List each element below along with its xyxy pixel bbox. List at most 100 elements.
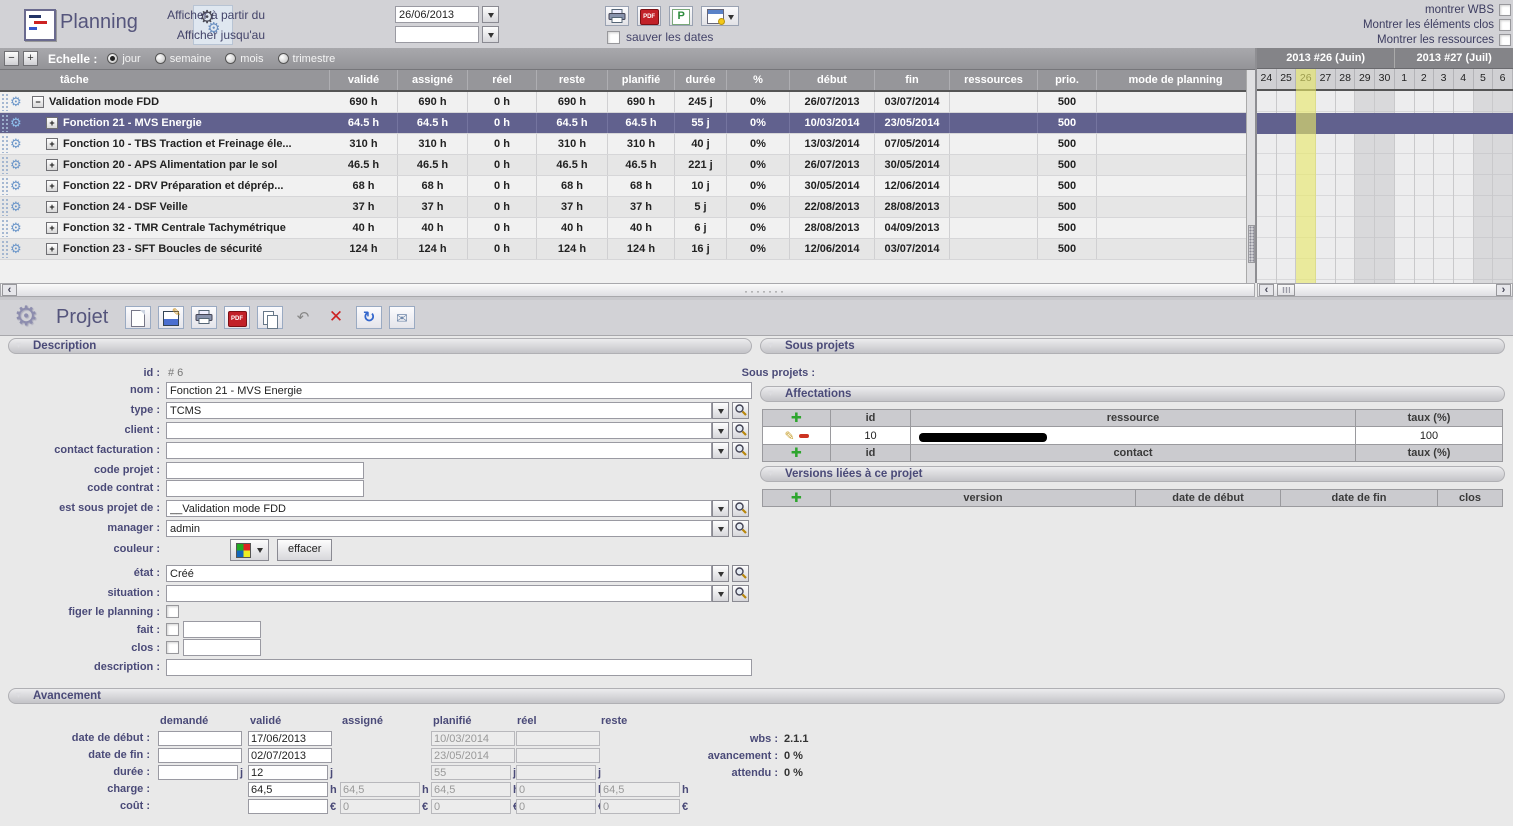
- sous-projets-panel-header[interactable]: Sous projets: [760, 338, 1505, 354]
- drag-handle[interactable]: [1, 93, 10, 111]
- elements-clos-checkbox[interactable]: [1499, 19, 1511, 31]
- date-debut-valide-input[interactable]: [248, 731, 332, 746]
- expander-toggle[interactable]: +: [46, 159, 58, 171]
- expander-toggle[interactable]: +: [46, 138, 58, 150]
- task-row[interactable]: ⚙ + Fonction 22 - DRV Préparation et dépré…: [0, 176, 1255, 197]
- task-name[interactable]: Validation mode FDD: [49, 96, 159, 108]
- description-panel-header[interactable]: Description: [8, 338, 752, 354]
- task-row[interactable]: ⚙−Validation mode FDD690 h690 h0 h690 h6…: [0, 92, 1255, 113]
- etat-search-button[interactable]: [732, 565, 749, 582]
- task-name[interactable]: Fonction 20 - APS Alimentation par le so…: [63, 159, 277, 171]
- manager-input[interactable]: [166, 520, 712, 537]
- print-button[interactable]: [191, 306, 217, 329]
- fait-date-input[interactable]: [183, 621, 261, 638]
- radio-mois-label[interactable]: mois: [240, 53, 263, 65]
- type-search-button[interactable]: [732, 402, 749, 419]
- situation-input[interactable]: [166, 585, 712, 602]
- row-gear-icon[interactable]: ⚙: [10, 114, 22, 132]
- show-to-input[interactable]: [395, 26, 479, 43]
- charge-valide-input[interactable]: [248, 782, 328, 797]
- task-row[interactable]: ⚙+Fonction 21 - MVS Energie64.5 h64.5 h0…: [0, 113, 1255, 134]
- avancement-panel-header[interactable]: Avancement: [8, 688, 1505, 704]
- panel-splitter-handle[interactable]: ·······: [705, 284, 825, 298]
- link-montrer-elements-clos[interactable]: Montrer les éléments clos: [1363, 19, 1494, 31]
- table-horizontal-scrollbar[interactable]: ‹: [0, 283, 1255, 297]
- task-row[interactable]: ⚙+Fonction 24 - DSF Veille37 h37 h0 h37 …: [0, 197, 1255, 218]
- remove-minus-icon[interactable]: [799, 434, 809, 438]
- radio-mois[interactable]: [225, 53, 236, 64]
- task-row[interactable]: ⚙+Fonction 23 - SFT Boucles de sécurité1…: [0, 239, 1255, 260]
- task-name[interactable]: Fonction 10 - TBS Traction et Freinage é…: [63, 138, 292, 150]
- add-contact-button[interactable]: ✚: [791, 445, 802, 460]
- show-to-dropdown-button[interactable]: [482, 26, 499, 43]
- drag-handle[interactable]: [1, 198, 10, 216]
- planning-view-dropdown-button[interactable]: [701, 6, 739, 26]
- print-button[interactable]: [605, 6, 629, 26]
- date-fin-valide-input[interactable]: [248, 748, 332, 763]
- montrer-wbs-checkbox[interactable]: [1499, 4, 1511, 16]
- gantt-horizontal-scrollbar[interactable]: ‹ ›: [1257, 283, 1513, 297]
- drag-handle[interactable]: [1, 135, 10, 153]
- effacer-button[interactable]: effacer: [277, 539, 332, 561]
- refresh-button[interactable]: ↻: [356, 306, 382, 329]
- task-row[interactable]: ⚙+Fonction 20 - APS Alimentation par le …: [0, 155, 1255, 176]
- save-button[interactable]: ✎: [158, 306, 184, 329]
- row-gear-icon[interactable]: ⚙: [10, 177, 22, 195]
- drag-handle[interactable]: [1, 240, 10, 258]
- code-projet-input[interactable]: [166, 462, 364, 479]
- radio-jour-label[interactable]: jour: [122, 53, 140, 65]
- date-debut-demande-input[interactable]: [158, 731, 242, 746]
- manager-dropdown-button[interactable]: [712, 520, 729, 537]
- manager-search-button[interactable]: [732, 520, 749, 537]
- duree-demande-input[interactable]: [158, 765, 238, 780]
- scrollbar-thumb[interactable]: [1277, 284, 1295, 296]
- copy-button[interactable]: [257, 306, 283, 329]
- link-montrer-ressources[interactable]: Montrer les ressources: [1377, 34, 1494, 46]
- type-dropdown-button[interactable]: [712, 402, 729, 419]
- client-search-button[interactable]: [732, 422, 749, 439]
- save-dates-checkbox[interactable]: [607, 31, 620, 44]
- row-gear-icon[interactable]: ⚙: [10, 198, 22, 216]
- row-gear-icon[interactable]: ⚙: [10, 93, 22, 111]
- type-input[interactable]: [166, 402, 712, 419]
- clos-checkbox[interactable]: [166, 641, 179, 654]
- situation-search-button[interactable]: [732, 585, 749, 602]
- new-button[interactable]: [125, 306, 151, 329]
- scroll-right-button[interactable]: ›: [1496, 284, 1511, 296]
- zoom-out-button[interactable]: −: [4, 51, 19, 66]
- color-picker-button[interactable]: [230, 539, 269, 561]
- etat-input[interactable]: [166, 565, 712, 582]
- add-version-button[interactable]: ✚: [791, 490, 802, 505]
- nom-input[interactable]: [166, 382, 752, 399]
- export-project-button[interactable]: P: [669, 6, 693, 26]
- zoom-in-button[interactable]: +: [23, 51, 38, 66]
- show-from-dropdown-button[interactable]: [482, 6, 499, 23]
- show-from-input[interactable]: [395, 6, 479, 23]
- drag-handle[interactable]: [1, 114, 10, 132]
- expander-toggle[interactable]: +: [46, 243, 58, 255]
- figer-planning-checkbox[interactable]: [166, 605, 179, 618]
- expander-toggle[interactable]: +: [46, 180, 58, 192]
- contact-dropdown-button[interactable]: [712, 442, 729, 459]
- task-row[interactable]: ⚙ + Fonction 10 - TBS Traction et Freinage…: [0, 134, 1255, 155]
- parent-dropdown-button[interactable]: [712, 500, 729, 517]
- expander-toggle[interactable]: +: [46, 201, 58, 213]
- scrollbar-thumb[interactable]: [1248, 225, 1255, 263]
- task-table-vertical-scrollbar[interactable]: [1246, 70, 1255, 283]
- task-name[interactable]: Fonction 22 - DRV Préparation et déprép.…: [63, 180, 283, 192]
- client-dropdown-button[interactable]: [712, 422, 729, 439]
- clos-date-input[interactable]: [183, 639, 261, 656]
- task-name[interactable]: Fonction 32 - TMR Centrale Tachymétrique: [63, 222, 286, 234]
- add-resource-button[interactable]: ✚: [791, 410, 802, 425]
- client-input[interactable]: [166, 422, 712, 439]
- etat-dropdown-button[interactable]: [712, 565, 729, 582]
- radio-semaine[interactable]: [155, 53, 166, 64]
- row-gear-icon[interactable]: ⚙: [10, 135, 22, 153]
- radio-trimestre[interactable]: [278, 53, 289, 64]
- mail-button[interactable]: ✉: [389, 306, 415, 329]
- expander-toggle[interactable]: +: [46, 117, 58, 129]
- code-contrat-input[interactable]: [166, 480, 364, 497]
- versions-panel-header[interactable]: Versions liées à ce projet: [760, 466, 1505, 482]
- delete-button[interactable]: ✕: [323, 306, 349, 329]
- edit-pencil-icon[interactable]: ✎: [784, 429, 794, 443]
